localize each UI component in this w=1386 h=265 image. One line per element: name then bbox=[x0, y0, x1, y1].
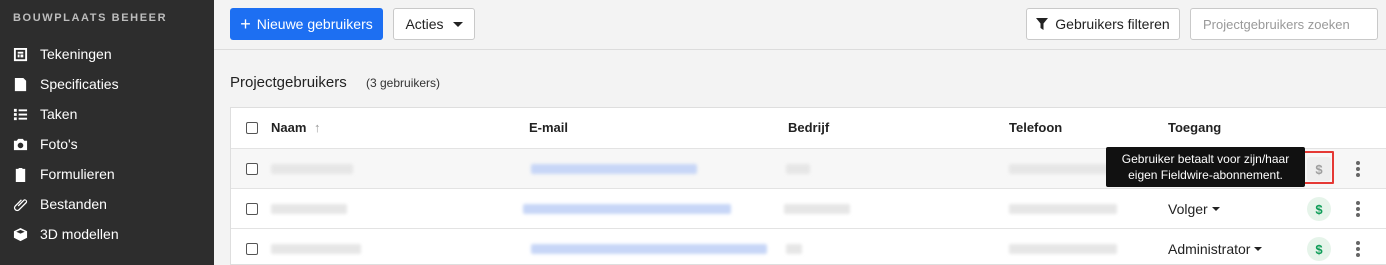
sidebar-section-title: BOUWPLAATS BEHEER bbox=[13, 12, 168, 24]
user-name-redacted bbox=[271, 244, 361, 254]
user-company-redacted bbox=[786, 164, 810, 174]
highlight-box bbox=[1301, 151, 1334, 184]
access-role-dropdown[interactable]: Volger bbox=[1168, 201, 1220, 217]
row-menu-button[interactable] bbox=[1356, 201, 1360, 217]
cube-icon bbox=[12, 226, 28, 242]
sidebar-item-taken[interactable]: Taken bbox=[0, 99, 214, 129]
column-header-phone[interactable]: Telefoon bbox=[1009, 120, 1062, 135]
specifications-icon bbox=[12, 76, 28, 92]
sidebar-item-fotos[interactable]: Foto's bbox=[0, 129, 214, 159]
sidebar: BOUWPLAATS BEHEER Tekeningen Specificati… bbox=[0, 0, 214, 265]
sidebar-item-formulieren[interactable]: Formulieren bbox=[0, 159, 214, 189]
column-header-email[interactable]: E-mail bbox=[529, 120, 568, 135]
sidebar-item-label: Tekeningen bbox=[40, 46, 112, 62]
user-email-redacted bbox=[531, 244, 767, 254]
sidebar-item-label: Specificaties bbox=[40, 76, 119, 92]
new-users-button[interactable]: + Nieuwe gebruikers bbox=[230, 8, 383, 40]
tasks-icon bbox=[12, 106, 28, 122]
paperclip-icon bbox=[12, 196, 28, 212]
row-menu-button[interactable] bbox=[1356, 161, 1360, 177]
row-checkbox[interactable] bbox=[246, 243, 258, 255]
actions-dropdown[interactable]: Acties bbox=[393, 8, 475, 40]
user-email-redacted bbox=[523, 204, 731, 214]
user-email-redacted bbox=[531, 164, 697, 174]
search-input[interactable] bbox=[1190, 8, 1378, 40]
user-name-redacted bbox=[271, 164, 353, 174]
sidebar-item-tekeningen[interactable]: Tekeningen bbox=[0, 39, 214, 69]
row-checkbox[interactable] bbox=[246, 203, 258, 215]
sidebar-item-label: Formulieren bbox=[40, 166, 115, 182]
access-role-dropdown[interactable]: Administrator bbox=[1168, 241, 1263, 257]
camera-icon bbox=[12, 136, 28, 152]
sidebar-item-label: Bestanden bbox=[40, 196, 107, 212]
dollar-icon[interactable]: $ bbox=[1307, 237, 1331, 261]
user-count: (3 gebruikers) bbox=[366, 76, 441, 90]
page-title: Projectgebruikers bbox=[230, 74, 347, 91]
dollar-icon[interactable]: $ bbox=[1307, 197, 1331, 221]
sidebar-item-label: 3D modellen bbox=[40, 226, 119, 242]
table-row[interactable]: Volger $ bbox=[231, 188, 1386, 228]
tooltip: Gebruiker betaalt voor zijn/haar eigen F… bbox=[1106, 147, 1305, 187]
user-name-redacted bbox=[271, 204, 347, 214]
chevron-down-icon bbox=[1211, 207, 1220, 211]
sidebar-item-label: Foto's bbox=[40, 136, 78, 152]
row-checkbox[interactable] bbox=[246, 163, 258, 175]
sidebar-item-specificaties[interactable]: Specificaties bbox=[0, 69, 214, 99]
sidebar-item-label: Taken bbox=[40, 106, 78, 122]
plus-icon: + bbox=[240, 14, 251, 34]
user-company-redacted bbox=[786, 244, 802, 254]
user-phone-redacted bbox=[1009, 244, 1117, 254]
chevron-down-icon bbox=[1254, 247, 1263, 251]
filter-users-button[interactable]: Gebruikers filteren bbox=[1026, 8, 1180, 40]
table-row[interactable]: Administrator $ bbox=[231, 228, 1386, 265]
user-phone-redacted bbox=[1009, 204, 1117, 214]
toolbar: + Nieuwe gebruikers Acties Gebruikers fi… bbox=[214, 0, 1386, 50]
column-header-access[interactable]: Toegang bbox=[1168, 120, 1221, 135]
column-header-company[interactable]: Bedrijf bbox=[788, 120, 829, 135]
sidebar-item-3d-modellen[interactable]: 3D modellen bbox=[0, 219, 214, 249]
plans-icon bbox=[12, 46, 28, 62]
row-menu-button[interactable] bbox=[1356, 241, 1360, 257]
user-company-redacted bbox=[784, 204, 850, 214]
user-phone-redacted bbox=[1009, 164, 1117, 174]
select-all-checkbox[interactable] bbox=[246, 122, 258, 134]
forms-icon bbox=[12, 166, 28, 182]
sort-ascending-icon: ↑ bbox=[314, 120, 321, 135]
column-header-name[interactable]: Naam ↑ bbox=[271, 120, 321, 135]
chevron-down-icon bbox=[452, 21, 463, 27]
filter-icon bbox=[1036, 18, 1049, 30]
sidebar-item-bestanden[interactable]: Bestanden bbox=[0, 189, 214, 219]
